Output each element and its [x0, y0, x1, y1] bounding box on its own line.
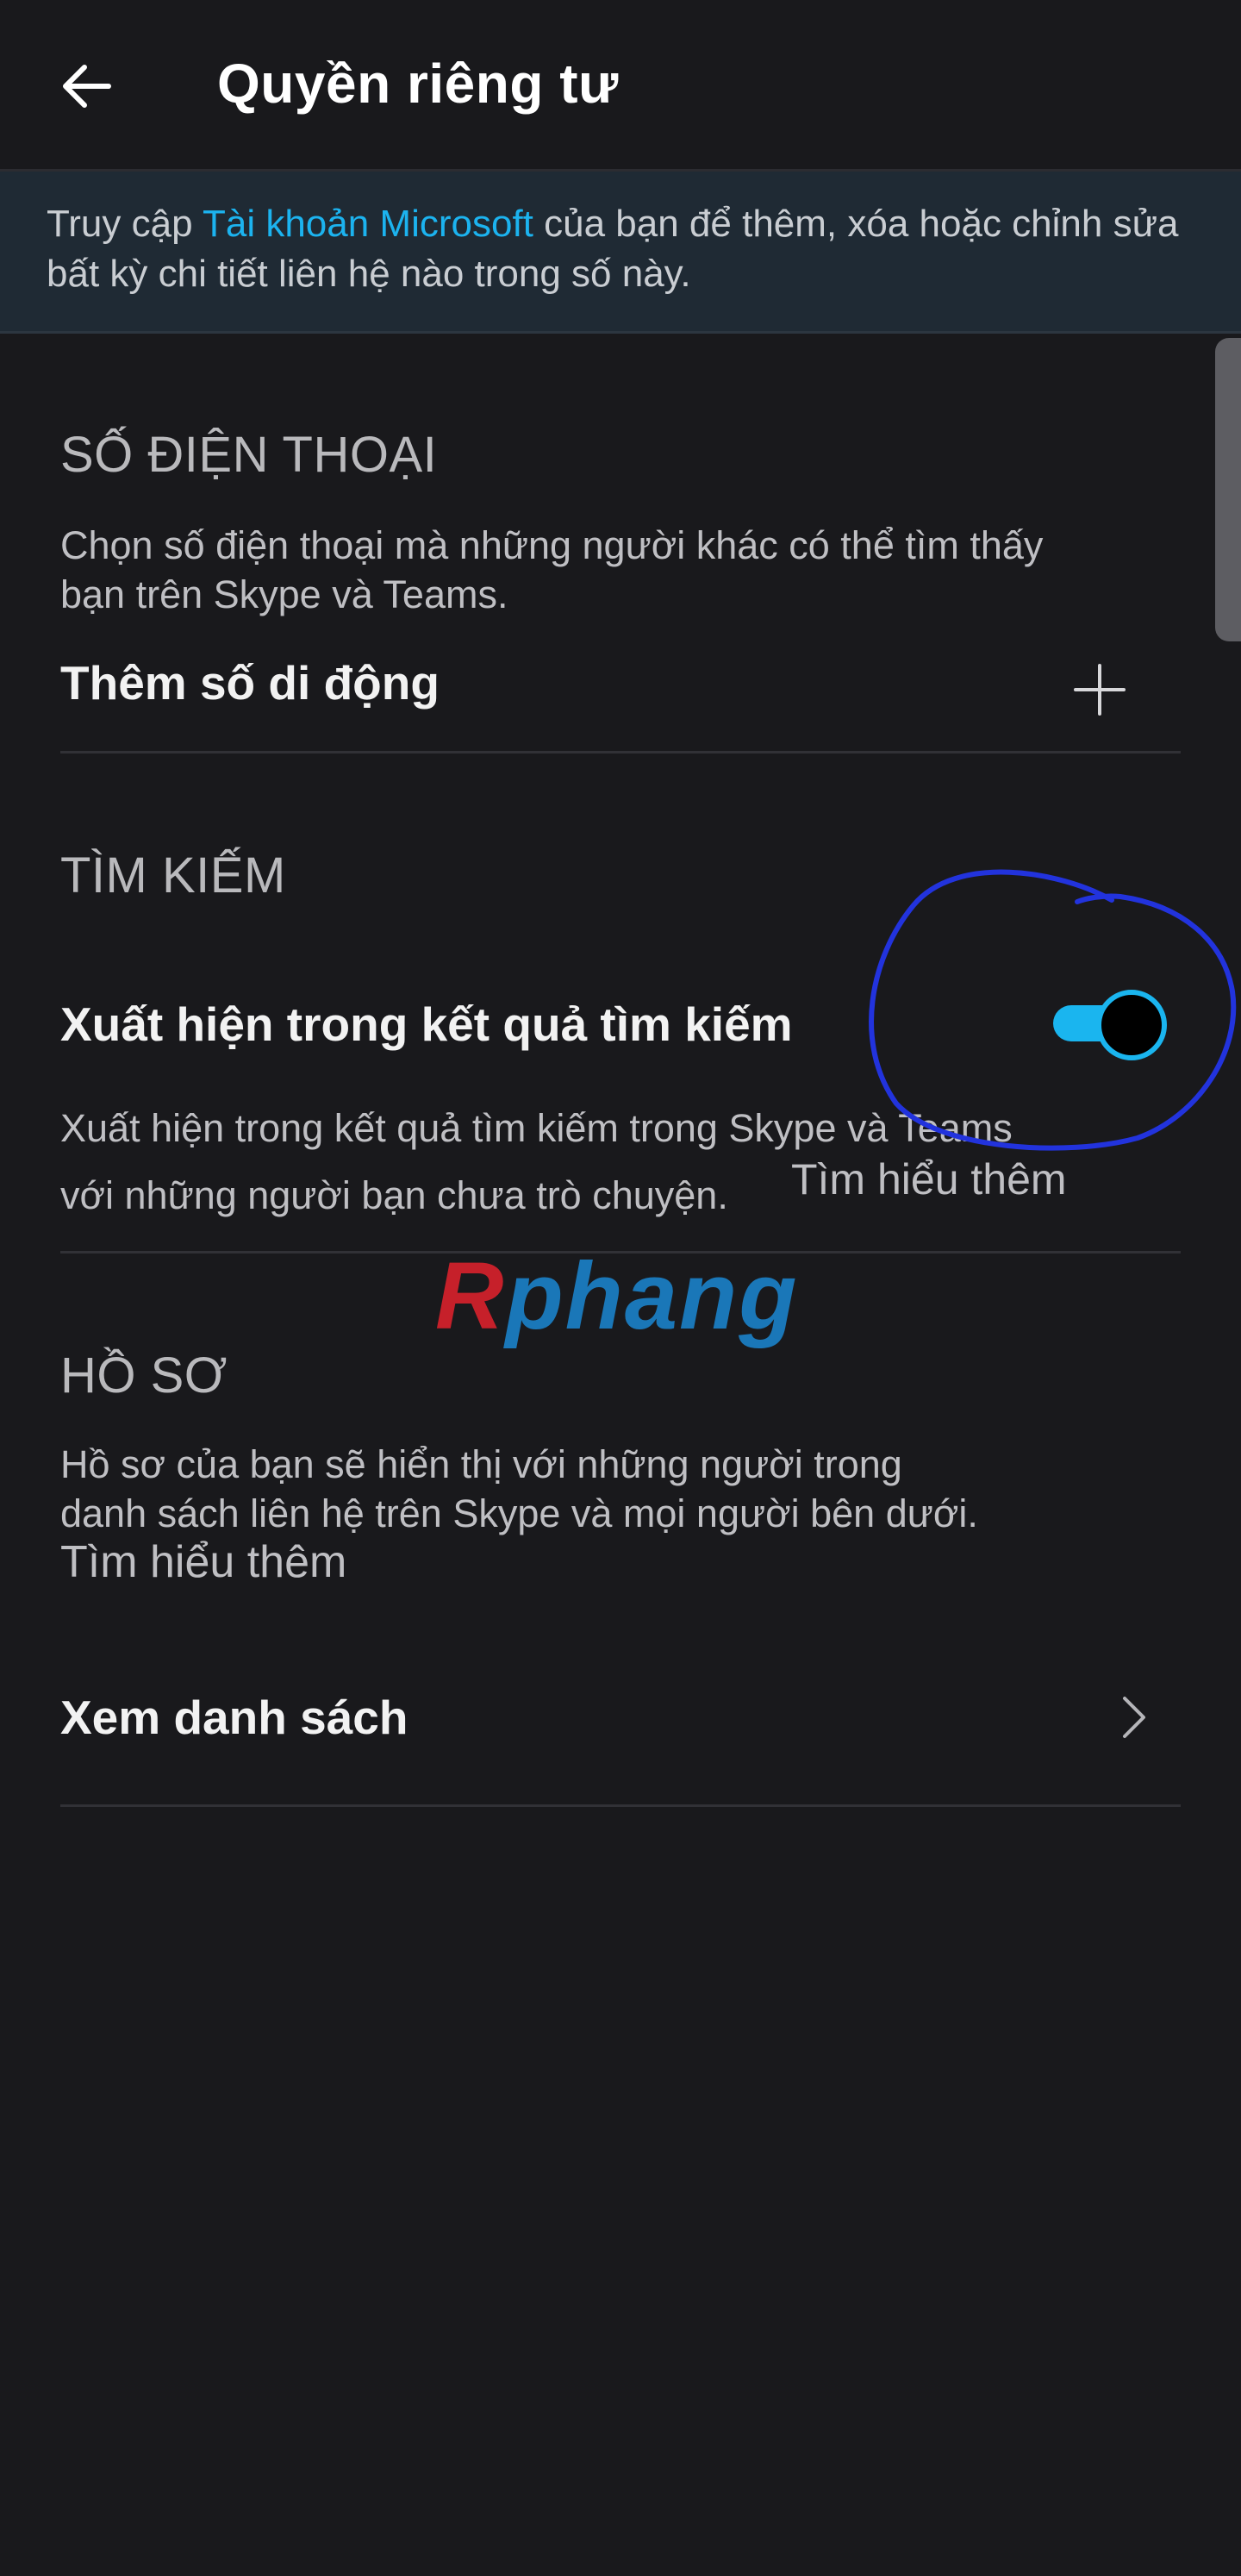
- profile-description-line-2: danh sách liên hệ trên Skype và mọi ngườ…: [60, 1491, 978, 1535]
- search-description-line-2: với những người bạn chưa trò chuyện.: [60, 1173, 728, 1217]
- watermark-logo: Rphang: [435, 1241, 798, 1351]
- banner-text-before: Truy cập: [47, 203, 203, 245]
- add-mobile-button[interactable]: [1065, 655, 1134, 724]
- search-section-heading: TÌM KIẾM: [60, 847, 286, 903]
- watermark-part-2: phang: [505, 1243, 799, 1349]
- phone-description-line-2: bạn trên Skype và Teams.: [60, 572, 508, 616]
- search-description-line-1: Xuất hiện trong kết quả tìm kiếm trong S…: [60, 1106, 1013, 1150]
- search-visibility-toggle[interactable]: [1051, 988, 1167, 1060]
- info-banner: Truy cập Tài khoản Microsoft của bạn để …: [0, 172, 1241, 334]
- page-title: Quyền riêng tư: [217, 53, 619, 115]
- search-learn-more-link[interactable]: Tìm hiểu thêm: [791, 1155, 1067, 1204]
- view-list-label[interactable]: Xem danh sách: [60, 1690, 408, 1745]
- scrollbar-thumb[interactable]: [1215, 338, 1241, 641]
- add-mobile-number-label[interactable]: Thêm số di động: [60, 655, 440, 710]
- arrow-left-icon: [63, 65, 111, 108]
- chevron-right-icon: [1123, 1697, 1145, 1738]
- profile-section-heading: HỒ SƠ: [60, 1347, 228, 1404]
- divider: [60, 1251, 1181, 1254]
- search-visibility-label: Xuất hiện trong kết quả tìm kiếm: [60, 997, 793, 1051]
- toggle-knob: [1096, 990, 1167, 1060]
- view-list-button[interactable]: [1103, 1683, 1163, 1752]
- microsoft-account-link[interactable]: Tài khoản Microsoft: [203, 203, 533, 245]
- back-button[interactable]: [43, 43, 129, 129]
- banner-text: Truy cập Tài khoản Microsoft của bạn để …: [47, 199, 1193, 299]
- phone-description-line-1: Chọn số điện thoại mà những người khác c…: [60, 523, 1044, 567]
- divider: [60, 751, 1181, 753]
- app-header: Quyền riêng tư: [0, 0, 1241, 172]
- divider: [60, 1804, 1181, 1807]
- watermark-part-1: R: [435, 1243, 506, 1349]
- plus-icon: [1074, 664, 1126, 716]
- privacy-settings-screen: Quyền riêng tư Truy cập Tài khoản Micros…: [0, 0, 1241, 2576]
- profile-learn-more-link[interactable]: Tìm hiểu thêm: [60, 1538, 346, 1587]
- phone-section-heading: SỐ ĐIỆN THOẠI: [60, 427, 438, 483]
- profile-description-line-1: Hồ sơ của bạn sẽ hiển thị với những ngườ…: [60, 1442, 902, 1486]
